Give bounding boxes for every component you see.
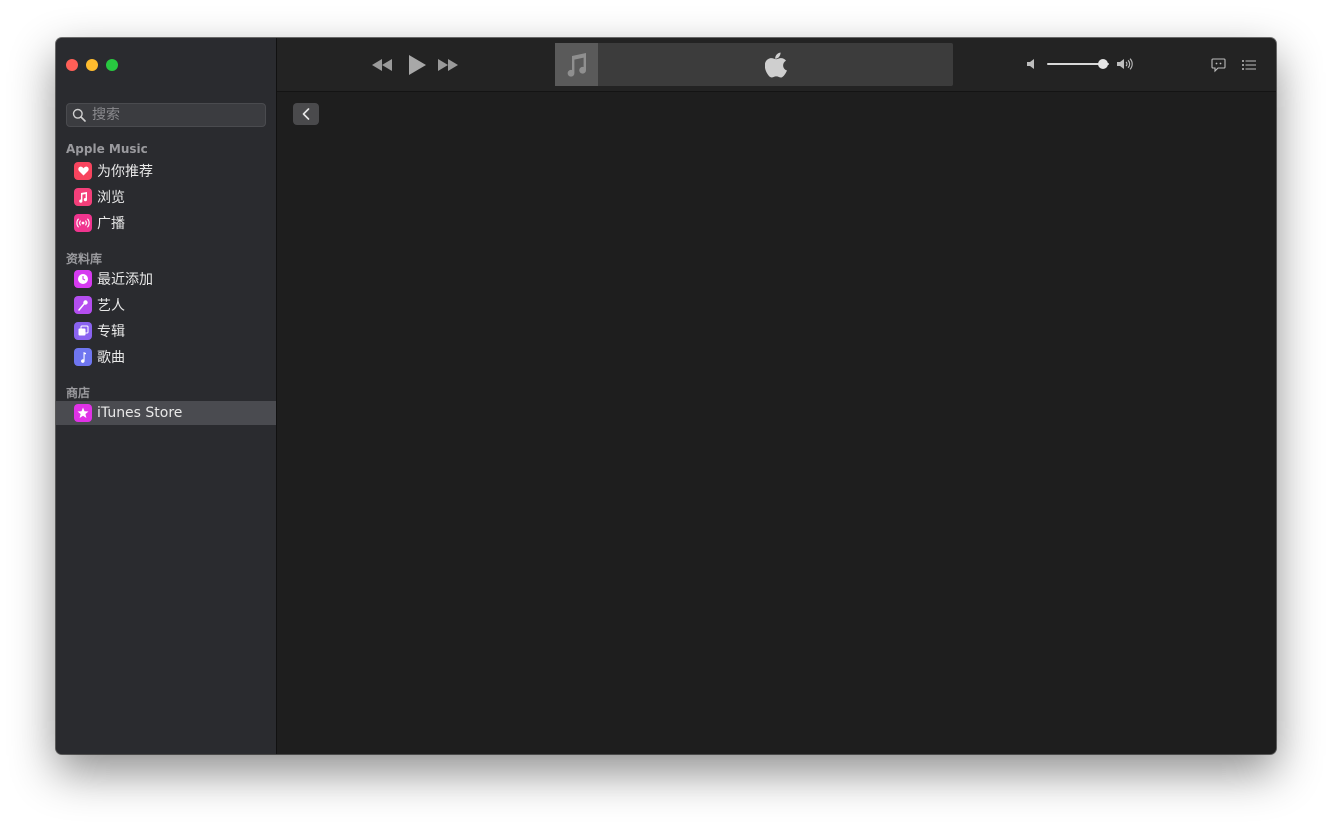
music-note-icon: [567, 52, 586, 77]
volume-low-icon: [1027, 59, 1034, 69]
sidebar-item-songs[interactable]: 歌曲: [56, 345, 276, 369]
radio-broadcast-icon: [74, 214, 92, 232]
up-next-list-icon[interactable]: [1242, 59, 1256, 71]
sidebar-item-label: 浏览: [97, 190, 125, 206]
sidebar: Apple Music 为你推荐 浏览 广播 资料库: [56, 38, 277, 754]
sidebar-item-label: 最近添加: [97, 272, 153, 288]
minimize-window-button[interactable]: [86, 59, 98, 71]
sidebar-item-label: 歌曲: [97, 350, 125, 366]
heart-icon: [74, 162, 92, 180]
star-icon: [74, 404, 92, 422]
sidebar-item-label: 艺人: [97, 298, 125, 314]
itunes-window: Apple Music 为你推荐 浏览 广播 资料库: [56, 38, 1276, 754]
section-title-apple-music: Apple Music: [66, 142, 148, 156]
search-box[interactable]: [66, 103, 266, 127]
lyrics-icon[interactable]: [1211, 58, 1226, 73]
sidebar-item-artists[interactable]: 艺人: [56, 293, 276, 317]
volume-high-icon: [1117, 58, 1133, 70]
sidebar-item-browse[interactable]: 浏览: [56, 185, 276, 209]
player-toolbar: [277, 38, 1276, 92]
sidebar-item-radio[interactable]: 广播: [56, 211, 276, 235]
rewind-icon[interactable]: [371, 58, 393, 72]
sidebar-item-label: 专辑: [97, 324, 125, 340]
search-icon: [72, 108, 86, 122]
album-art-placeholder: [555, 43, 598, 86]
close-window-button[interactable]: [66, 59, 78, 71]
section-title-library: 资料库: [66, 252, 103, 266]
apple-logo-icon: [765, 52, 787, 78]
sidebar-item-itunes-store[interactable]: iTunes Store: [56, 401, 276, 425]
clock-icon: [74, 270, 92, 288]
sidebar-item-albums[interactable]: 专辑: [56, 319, 276, 343]
play-icon[interactable]: [407, 54, 427, 76]
back-button[interactable]: [293, 103, 319, 125]
music-note-icon: [74, 348, 92, 366]
window-controls: [66, 59, 118, 71]
sidebar-item-recently-added[interactable]: 最近添加: [56, 267, 276, 291]
microphone-icon: [74, 296, 92, 314]
sidebar-item-for-you[interactable]: 为你推荐: [56, 159, 276, 183]
sidebar-item-label: 为你推荐: [97, 164, 153, 180]
volume-slider-knob[interactable]: [1097, 59, 1108, 69]
chevron-left-icon: [302, 108, 310, 120]
section-title-store: 商店: [66, 386, 91, 400]
zoom-window-button[interactable]: [106, 59, 118, 71]
sidebar-item-label: iTunes Store: [97, 405, 183, 421]
main-content-area: [277, 92, 1276, 754]
music-note-icon: [74, 188, 92, 206]
album-stack-icon: [74, 322, 92, 340]
search-input[interactable]: [90, 106, 254, 124]
sidebar-item-label: 广播: [97, 216, 125, 232]
now-playing-display[interactable]: [555, 43, 953, 86]
fast-forward-icon[interactable]: [437, 58, 459, 72]
